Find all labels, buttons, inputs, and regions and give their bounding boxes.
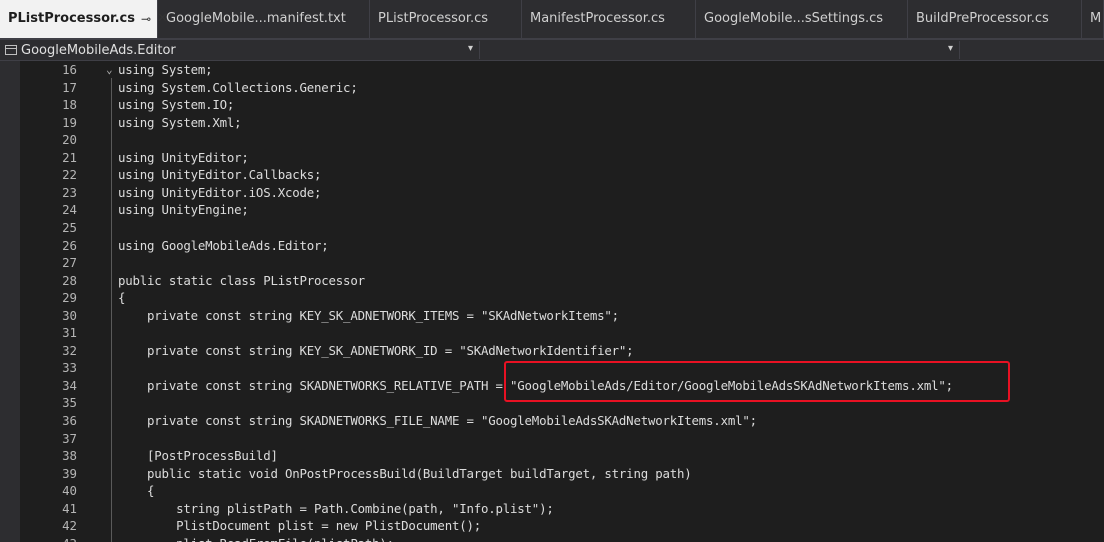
code-line[interactable]: 42 PlistDocument plist = new PlistDocume…: [0, 517, 1104, 535]
navigation-bar: GoogleMobileAds.Editor ▾ ▾: [0, 40, 1104, 61]
code-text: [PostProcessBuild]: [118, 448, 278, 464]
code-text: {: [118, 483, 155, 499]
code-text: private const string KEY_SK_ADNETWORK_IT…: [118, 307, 619, 323]
code-text: string plistPath = Path.Combine(path, "I…: [118, 500, 554, 516]
code-line[interactable]: 25: [0, 219, 1104, 237]
line-number: 28: [62, 272, 77, 288]
line-number: 41: [62, 500, 77, 516]
line-number: 42: [62, 518, 77, 534]
red-highlight-box: [504, 361, 1010, 402]
code-line[interactable]: 29 {: [0, 289, 1104, 307]
line-number: 37: [62, 430, 77, 446]
tab-plistprocessor[interactable]: PListProcessor.cs: [370, 0, 522, 38]
line-number: 29: [62, 290, 77, 306]
code-line[interactable]: 17 using System.Collections.Generic;: [0, 79, 1104, 97]
chevron-down-icon: ▾: [467, 43, 473, 54]
code-line[interactable]: 43 plist.ReadFromFile(plistPath);: [0, 535, 1104, 542]
line-number: 25: [62, 219, 77, 235]
code-line[interactable]: 41 string plistPath = Path.Combine(path,…: [0, 500, 1104, 518]
line-number: 34: [62, 377, 77, 393]
class-icon: [5, 45, 17, 55]
tab-buildpreprocessor[interactable]: BuildPreProcessor.cs: [908, 0, 1082, 38]
code-text: using System.IO;: [118, 97, 235, 113]
code-text: using UnityEditor.iOS.Xcode;: [118, 184, 322, 200]
code-text: using System.Collections.Generic;: [118, 79, 358, 95]
line-number: 43: [20, 535, 77, 542]
code-text: using UnityEditor.Callbacks;: [118, 167, 322, 183]
code-text: using System;: [118, 62, 213, 77]
code-line[interactable]: 38 [PostProcessBuild]: [0, 447, 1104, 465]
code-text: using GoogleMobileAds.Editor;: [118, 237, 329, 253]
code-line[interactable]: 28 public static class PListProcessor: [0, 272, 1104, 290]
tab-googlemobile-settings[interactable]: GoogleMobile...sSettings.cs: [696, 0, 908, 38]
tab-label: GoogleMobile...manifest.txt: [166, 11, 346, 26]
code-line[interactable]: 26 using GoogleMobileAds.Editor;: [0, 237, 1104, 255]
code-line[interactable]: 19 using System.Xml;: [0, 114, 1104, 132]
code-text: plist.ReadFromFile(plistPath);: [118, 535, 394, 542]
line-number: 38: [62, 448, 77, 464]
line-number: 35: [62, 395, 77, 411]
member-dropdown[interactable]: ▾: [480, 41, 960, 59]
code-line[interactable]: 23 using UnityEditor.iOS.Xcode;: [0, 184, 1104, 202]
line-number: 22: [62, 167, 77, 183]
tab-label: PListProcessor.cs: [8, 11, 135, 26]
code-line[interactable]: 30 private const string KEY_SK_ADNETWORK…: [0, 307, 1104, 325]
code-text: PlistDocument plist = new PlistDocument(…: [118, 518, 481, 534]
tab-label: ManifestProcessor.cs: [530, 11, 665, 26]
line-number: 20: [62, 132, 77, 148]
code-line[interactable]: 21 using UnityEditor;: [0, 149, 1104, 167]
line-number: 19: [62, 114, 77, 130]
scope-dropdown[interactable]: GoogleMobileAds.Editor ▾: [0, 41, 480, 59]
code-line[interactable]: 18 using System.IO;: [0, 96, 1104, 114]
code-text: {: [118, 290, 126, 306]
line-number: 39: [62, 465, 77, 481]
line-number: 26: [62, 237, 77, 253]
document-tab-strip: PListProcessor.cs ⊸ ✕ GoogleMobile...man…: [0, 0, 1104, 40]
tab-label: M: [1090, 11, 1102, 26]
tab-label: GoogleMobile...sSettings.cs: [704, 11, 884, 26]
tab-label: PListProcessor.cs: [378, 11, 489, 26]
line-number: 16: [62, 62, 77, 77]
code-text: public static void OnPostProcessBuild(Bu…: [118, 465, 692, 481]
code-editor[interactable]: 16 ⌄ using System; 17 using System.Collectio…: [0, 61, 1104, 542]
code-line[interactable]: 32 private const string KEY_SK_ADNETWORK…: [0, 342, 1104, 360]
pin-icon[interactable]: ⊸: [141, 0, 151, 38]
line-number: 17: [62, 79, 77, 95]
line-number: 36: [62, 413, 77, 428]
chevron-down-icon: ▾: [947, 43, 953, 54]
code-line[interactable]: 40 {: [0, 482, 1104, 500]
line-number: 27: [62, 255, 77, 271]
code-line[interactable]: 20: [0, 131, 1104, 149]
code-line[interactable]: 39 public static void OnPostProcessBuild…: [0, 465, 1104, 483]
code-text: private const string KEY_SK_ADNETWORK_ID…: [118, 342, 634, 358]
tab-googlemobile-manifest[interactable]: GoogleMobile...manifest.txt: [158, 0, 370, 38]
line-number: 30: [62, 307, 77, 323]
line-number: 23: [62, 184, 77, 200]
code-line[interactable]: 24 using UnityEngine;: [0, 201, 1104, 219]
tab-overflow[interactable]: M: [1082, 0, 1104, 38]
code-text: using UnityEngine;: [118, 202, 249, 218]
scope-label: GoogleMobileAds.Editor: [21, 42, 176, 58]
code-line[interactable]: 36 private const string SKADNETWORKS_FIL…: [0, 412, 1104, 430]
line-number: 31: [62, 325, 77, 341]
line-number: 40: [62, 483, 77, 499]
code-line[interactable]: 16 ⌄ using System;: [0, 61, 1104, 79]
code-text: using UnityEditor;: [118, 149, 249, 165]
code-line[interactable]: 37: [0, 430, 1104, 448]
line-number: 21: [62, 149, 77, 165]
code-line[interactable]: 27: [0, 254, 1104, 272]
code-text: using System.Xml;: [118, 114, 242, 130]
fold-chevron-icon[interactable]: ⌄: [106, 61, 113, 79]
code-line[interactable]: 22 using UnityEditor.Callbacks;: [0, 166, 1104, 184]
code-line[interactable]: 31: [0, 324, 1104, 342]
tab-label: BuildPreProcessor.cs: [916, 11, 1049, 26]
line-number: 18: [62, 97, 77, 113]
code-text: public static class PListProcessor: [118, 272, 365, 288]
line-number: 32: [62, 342, 77, 358]
code-text: private const string SKADNETWORKS_FILE_N…: [118, 413, 757, 428]
tab-plistprocessor-active[interactable]: PListProcessor.cs ⊸ ✕: [0, 0, 168, 38]
tab-manifestprocessor[interactable]: ManifestProcessor.cs: [522, 0, 696, 38]
line-number: 24: [62, 202, 77, 218]
line-number: 33: [62, 360, 77, 376]
